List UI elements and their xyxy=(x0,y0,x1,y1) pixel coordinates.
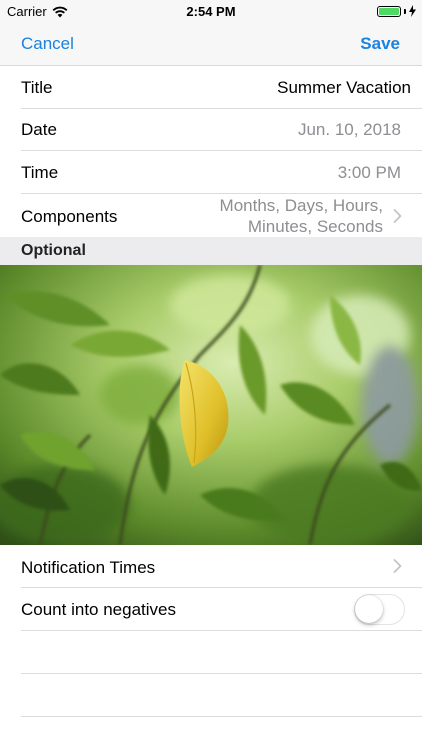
date-value[interactable]: Jun. 10, 2018 xyxy=(298,120,401,140)
separator xyxy=(21,716,422,717)
section-header-optional: Optional xyxy=(0,237,422,265)
notification-times-label: Notification Times xyxy=(21,558,156,577)
components-label: Components xyxy=(21,207,118,226)
time-label: Time xyxy=(21,163,59,182)
date-label: Date xyxy=(21,120,57,139)
save-button[interactable]: Save xyxy=(360,34,400,54)
background-photo[interactable] xyxy=(0,265,422,545)
status-bar: Carrier 2:54 PM xyxy=(0,0,422,24)
title-row[interactable]: Title Summer Vacation xyxy=(0,66,422,109)
chevron-right-icon xyxy=(393,209,402,223)
empty-row xyxy=(0,631,422,674)
toggle-knob xyxy=(355,595,383,623)
clock: 2:54 PM xyxy=(186,4,236,19)
time-row[interactable]: Time 3:00 PM xyxy=(0,151,422,194)
charging-bolt-icon xyxy=(409,5,416,17)
components-row[interactable]: Components Months, Days, Hours, Minutes,… xyxy=(0,194,422,237)
section-title: Optional xyxy=(21,242,86,259)
navigation-bar: Cancel Save xyxy=(0,24,422,66)
title-label: Title xyxy=(21,78,53,97)
battery-indicator xyxy=(377,5,416,17)
notification-times-row[interactable]: Notification Times xyxy=(0,545,422,588)
cancel-button[interactable]: Cancel xyxy=(21,34,74,54)
leaves-image xyxy=(0,265,422,545)
date-row[interactable]: Date Jun. 10, 2018 xyxy=(0,109,422,151)
count-negatives-toggle[interactable] xyxy=(354,594,405,625)
time-value[interactable]: 3:00 PM xyxy=(338,163,401,183)
empty-row xyxy=(0,674,422,717)
components-value: Months, Days, Hours, Minutes, Seconds xyxy=(219,196,383,236)
battery-icon xyxy=(377,5,401,17)
count-negatives-label: Count into negatives xyxy=(21,600,176,619)
title-value[interactable]: Summer Vacation xyxy=(277,78,411,98)
chevron-right-icon xyxy=(393,559,402,573)
